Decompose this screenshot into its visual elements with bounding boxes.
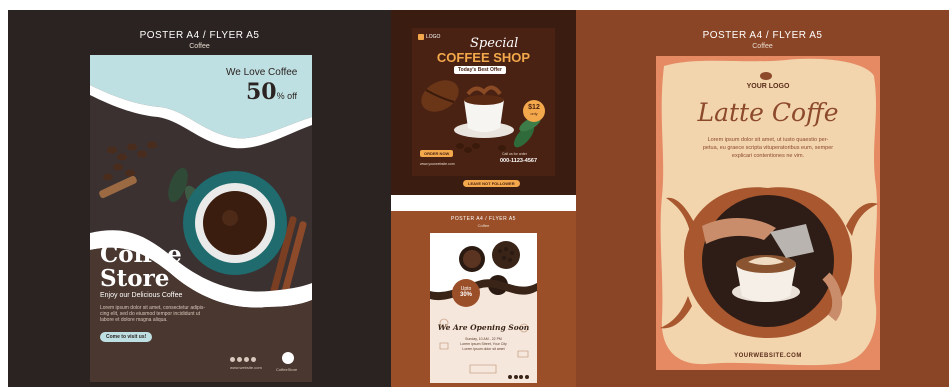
body-line: petua, eu graece scripta vituperatoribus… xyxy=(702,145,834,151)
post-title-main: COFFEE SHOP xyxy=(436,50,531,65)
opening-headline: We Are Opening Soon xyxy=(437,323,530,332)
coffee-store-poster: We Love Coffee 50% off Coffee Store Enjo… xyxy=(90,55,312,382)
opening-soon-poster: Upto 30% We Are Opening Soon Sunday, 10 … xyxy=(430,233,537,383)
visit-button[interactable]: Come to visit us! xyxy=(100,332,153,342)
price-sub: only xyxy=(530,111,538,116)
tagline: We Love Coffee xyxy=(226,67,298,78)
info-line: Lorem ipsum dolor sit amet xyxy=(462,347,505,351)
poster-body: Lorem ipsum dolor sit amet, consectetur … xyxy=(100,305,220,323)
footer-url: www.website.com xyxy=(230,365,262,370)
post-website: www.yourwebsite.com xyxy=(420,162,455,166)
poster-subtitle: Enjoy our Delicious Coffee xyxy=(100,292,183,299)
price-badge: $12 only xyxy=(523,100,545,122)
instagram-icon xyxy=(519,375,523,379)
latte-title: Latte Coffe xyxy=(697,98,839,127)
coffee-shop-social-post: LOGO Special COFFEE SHOP Today's Best Of… xyxy=(391,10,576,195)
brand-name: CoffeeStore xyxy=(276,367,298,372)
facebook-icon xyxy=(508,375,512,379)
social-icons xyxy=(508,375,529,379)
body-line: explicari contentiones ne vim. xyxy=(731,153,805,159)
discount-suffix: % off xyxy=(276,91,297,101)
poster-title-line2: Store xyxy=(100,265,170,292)
phone-label: Call us for order xyxy=(502,152,527,156)
badge-line2: 30% xyxy=(459,292,472,298)
latte-website: YOURWEBSITE.COM xyxy=(734,353,802,359)
twitter-icon xyxy=(513,375,518,379)
caption-subtitle: Coffee xyxy=(477,223,490,228)
opening-poster-art xyxy=(430,233,537,383)
logo-bean-icon xyxy=(760,72,772,80)
poster-title-line1: Coffee xyxy=(100,241,182,268)
body-line: Lorem ipsum dolor sit amet, ut iusto qua… xyxy=(707,137,829,143)
instagram-icon xyxy=(244,357,249,362)
body-line: labore et dolore magna aliqua. xyxy=(100,317,168,323)
twitter-icon xyxy=(237,357,242,362)
poster-panel-latte-coffee: POSTER A4 / FLYER A5 Coffee YOUR LOGO La… xyxy=(576,10,949,387)
brand-leaf-icon xyxy=(282,352,294,364)
latte-poster: YOUR LOGO Latte Coffe Lorem ipsum dolor … xyxy=(656,56,880,370)
discount-badge: Upto 30% xyxy=(452,279,480,307)
logo-text: LOGO xyxy=(426,34,441,40)
caption-title: POSTER A4 / FLYER A5 xyxy=(139,30,260,41)
post-title-script: Special xyxy=(470,36,519,51)
price-value: $12 xyxy=(528,104,540,111)
phone-number: 000-1123-4567 xyxy=(500,158,538,164)
poster-panel-coffee-store: POSTER A4 / FLYER A5 Coffee We Love Coff… xyxy=(8,10,391,387)
facebook-icon xyxy=(230,357,235,362)
post-offer: Today's Best Offer xyxy=(454,66,506,74)
post-card: LOGO Special COFFEE SHOP Today's Best Of… xyxy=(412,28,555,176)
caption-subtitle: Coffee xyxy=(189,43,210,50)
follow-button[interactable]: LEAVE NOT FOLLOWER xyxy=(463,180,520,187)
caption-title: POSTER A4 / FLYER A5 xyxy=(702,30,823,41)
order-now-button[interactable]: ORDER NOW xyxy=(420,150,454,157)
post-logo: LOGO xyxy=(418,34,440,40)
discount: 50% off xyxy=(246,79,297,105)
logo-icon xyxy=(418,34,424,40)
latte-logo: YOUR LOGO xyxy=(746,83,790,90)
youtube-icon xyxy=(524,375,529,379)
social-icons xyxy=(230,357,256,362)
caption-title: POSTER A4 / FLYER A5 xyxy=(451,216,516,222)
opening-info: Sunday, 10 AM - 22 PM Lorem ipsum Street… xyxy=(430,337,537,352)
poster-panel-opening-soon: POSTER A4 / FLYER A5 Coffee Upto 30% We xyxy=(391,211,576,387)
latte-body: Lorem ipsum dolor sit amet, ut iusto qua… xyxy=(676,136,860,160)
youtube-icon xyxy=(251,357,256,362)
discount-number: 50 xyxy=(246,79,277,105)
caption-subtitle: Coffee xyxy=(752,43,773,50)
